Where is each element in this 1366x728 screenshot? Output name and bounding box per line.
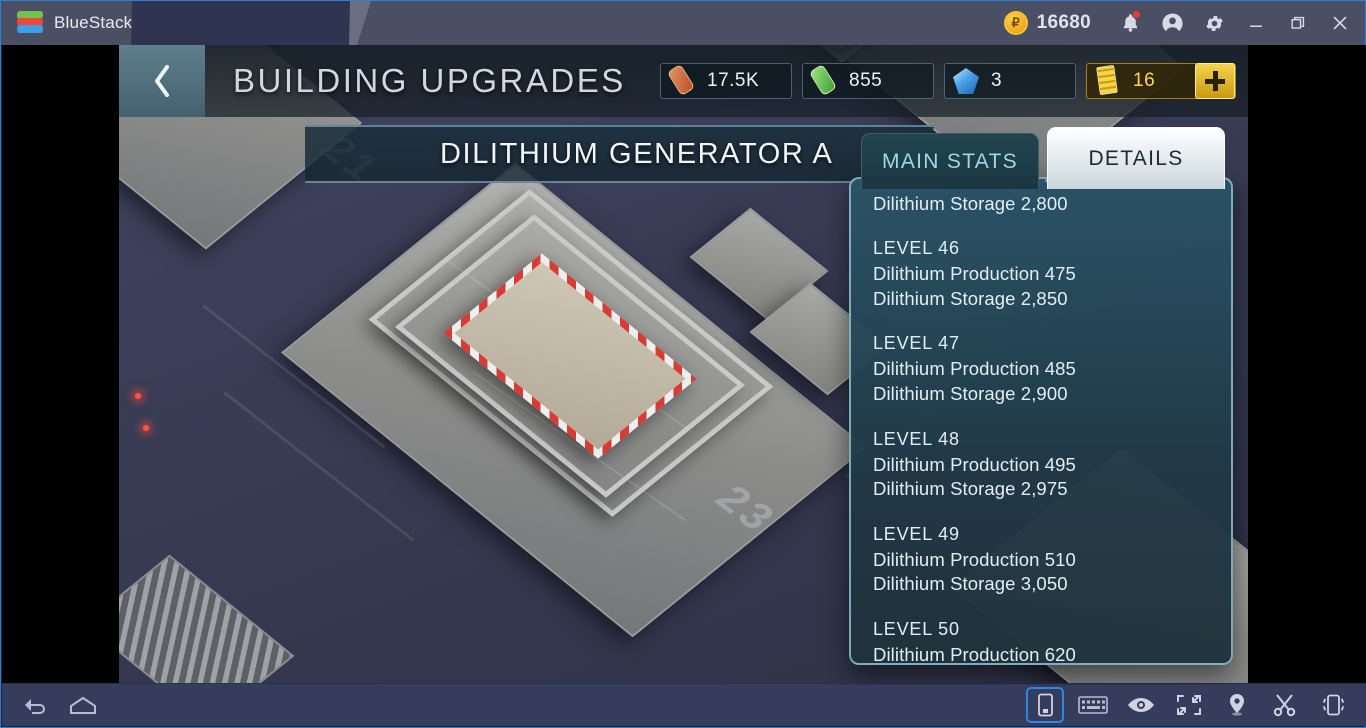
minimize-button[interactable] (1237, 3, 1275, 43)
scissors-icon (1273, 694, 1296, 717)
location-button[interactable] (1220, 689, 1254, 721)
bottom-toolbar-right (1026, 687, 1366, 723)
production-line: Dilithium Production 510 (873, 548, 1076, 570)
account-button[interactable] (1153, 3, 1191, 43)
android-back-button[interactable] (18, 689, 52, 721)
resource-parsteel-value: 17.5K (707, 70, 760, 91)
page-title: BUILDING UPGRADES (233, 62, 626, 99)
level-header: LEVEL 46 (873, 238, 960, 259)
resource-parsteel[interactable]: 17.5K (660, 63, 792, 99)
latinum-icon (1093, 64, 1123, 96)
level-header: LEVEL 49 (873, 523, 960, 544)
storage-line: Dilithium Storage 2,800 (873, 192, 1068, 214)
storage-line: Dilithium Storage 2,900 (873, 382, 1068, 404)
home-outline-icon (70, 696, 96, 714)
scene-grate (119, 554, 295, 685)
resource-bar: 17.5K 855 3 16 (660, 63, 1248, 99)
scene-beacon-light (135, 393, 141, 399)
bluestacks-brand-label: BlueStacks (54, 13, 142, 32)
shake-phone-icon (1323, 694, 1344, 716)
back-arrow-icon (25, 699, 45, 714)
production-line: Dilithium Production 475 (873, 263, 1076, 285)
eye-button[interactable] (1124, 689, 1158, 721)
storage-line: Dilithium Storage 2,975 (873, 478, 1068, 500)
storage-line: Dilithium Storage 3,050 (873, 573, 1068, 595)
bottom-toolbar-left (2, 689, 100, 721)
level-block: LEVEL 46 Dilithium Production 475 Dilith… (873, 238, 1209, 311)
android-home-button[interactable] (66, 689, 100, 721)
details-scroll-area[interactable]: Dilithium Production 465 Dilithium Stora… (851, 179, 1231, 663)
keyboard-icon (1078, 696, 1108, 714)
dilithium-icon (951, 66, 981, 96)
fullscreen-icon (1177, 695, 1201, 715)
location-pin-icon (1230, 694, 1244, 716)
titlebar: BlueStacks Home Star Trek Fleet Co ₽ 166… (1, 1, 1365, 45)
screenshot-button[interactable] (1268, 689, 1302, 721)
phone-portrait-icon (1037, 693, 1053, 717)
production-line: Dilithium Production 485 (873, 358, 1076, 380)
close-button[interactable] (1321, 3, 1359, 43)
resource-latinum[interactable]: 16 (1086, 63, 1236, 99)
game-canvas[interactable]: 21 23 BUILDING UPGRADES (119, 45, 1248, 685)
level-block: LEVEL 48 Dilithium Production 495 Dilith… (873, 429, 1209, 502)
bottom-toolbar (2, 683, 1366, 726)
tab-details[interactable]: DETAILS (1047, 127, 1225, 189)
settings-button[interactable] (1195, 3, 1233, 43)
add-latinum-button[interactable] (1195, 63, 1235, 99)
level-header: LEVEL 47 (873, 333, 960, 354)
resource-tritanium[interactable]: 855 (802, 63, 934, 99)
tab-star-trek-fleet-command[interactable]: Star Trek Fleet Co (118, 1, 350, 45)
notification-badge (1132, 10, 1141, 19)
level-block: LEVEL 50 Dilithium Production 620 Dilith… (873, 619, 1209, 663)
points-value: 16680 (1036, 12, 1091, 33)
coin-icon: ₽ (1003, 11, 1028, 35)
detail-tabs: MAIN STATS DETAILS (861, 127, 1225, 189)
level-block: LEVEL 47 Dilithium Production 485 Dilith… (873, 333, 1209, 406)
tab-details-label: DETAILS (1088, 146, 1184, 170)
fullscreen-button[interactable] (1172, 689, 1206, 721)
tab-main-stats[interactable]: MAIN STATS (861, 133, 1039, 189)
level-block: LEVEL 49 Dilithium Production 510 Dilith… (873, 524, 1209, 597)
eye-icon (1128, 698, 1154, 712)
level-header: LEVEL 50 (873, 618, 960, 639)
details-panel[interactable]: Dilithium Production 465 Dilithium Stora… (849, 177, 1233, 665)
resource-latinum-value: 16 (1133, 70, 1156, 91)
emulator-viewport: 21 23 BUILDING UPGRADES (2, 45, 1366, 685)
building-name-banner: DILITHIUM GENERATOR A (305, 125, 935, 183)
bluestacks-window: BlueStacks Home Star Trek Fleet Co ₽ 166… (0, 0, 1366, 728)
building-name: DILITHIUM GENERATOR A (440, 137, 834, 170)
production-line: Dilithium Production 620 (873, 643, 1076, 663)
level-header: LEVEL 48 (873, 428, 960, 449)
game-controls-button[interactable] (1076, 689, 1110, 721)
titlebar-controls: ₽ 16680 (1003, 1, 1365, 45)
restore-button[interactable] (1279, 3, 1317, 43)
tritanium-icon (808, 63, 839, 97)
points-display[interactable]: ₽ 16680 (1003, 11, 1091, 35)
window-tabs: Home Star Trek Fleet Co (159, 1, 1004, 45)
tab-main-stats-label: MAIN STATS (882, 149, 1018, 173)
scene-beacon-light (143, 425, 149, 431)
bluestacks-logo-icon (16, 11, 44, 35)
shake-button[interactable] (1316, 689, 1350, 721)
notifications-button[interactable] (1111, 3, 1149, 43)
resource-dilithium-value: 3 (991, 70, 1003, 91)
parsteel-icon (666, 63, 697, 97)
resource-tritanium-value: 855 (849, 70, 883, 91)
game-header: BUILDING UPGRADES 17.5K 855 3 16 (119, 45, 1248, 117)
back-button[interactable] (119, 45, 205, 117)
rotate-screen-button[interactable] (1026, 687, 1064, 723)
production-line: Dilithium Production 495 (873, 453, 1076, 475)
chevron-left-icon (155, 65, 169, 97)
storage-line: Dilithium Storage 2,850 (873, 287, 1068, 309)
resource-dilithium[interactable]: 3 (944, 63, 1076, 99)
